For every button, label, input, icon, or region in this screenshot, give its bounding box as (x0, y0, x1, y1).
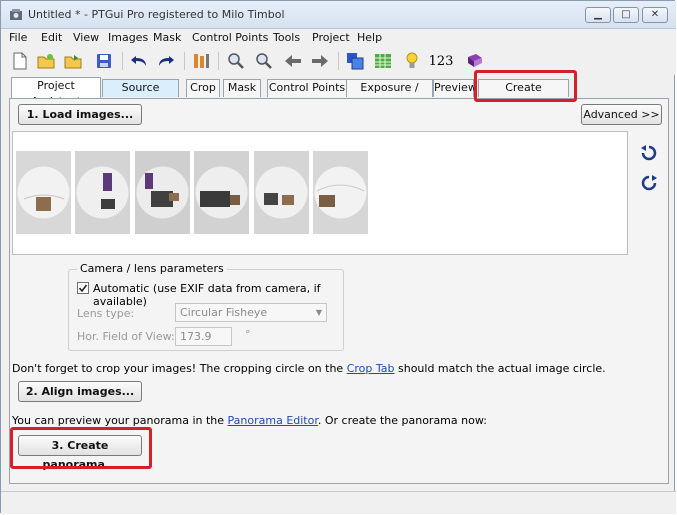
tab-exposure-hdr[interactable]: Exposure / HDR (346, 79, 433, 110)
menu-help[interactable]: Help (357, 31, 382, 44)
minimize-button[interactable]: ▁ (585, 7, 611, 23)
image-thumbnail[interactable] (194, 151, 249, 234)
title-bar: Untitled * - PTGui Pro registered to Mil… (1, 1, 676, 29)
rotate-right-icon[interactable] (640, 174, 658, 192)
image-thumbnail[interactable] (16, 151, 71, 234)
image-thumbnail[interactable] (313, 151, 368, 234)
undo-icon[interactable] (130, 52, 148, 70)
lens-type-label: Lens type: (77, 307, 135, 320)
image-thumbnail[interactable] (75, 151, 130, 234)
tab-project-assistant[interactable]: Project Assistant (11, 77, 101, 108)
align-images-button[interactable]: 2. Align images... (18, 381, 142, 402)
menu-bar: File Edit View Images Mask Control Point… (1, 29, 676, 47)
lightbulb-icon[interactable] (403, 52, 421, 70)
tab-create-panorama[interactable]: Create Panorama (478, 79, 569, 110)
menu-project[interactable]: Project (312, 31, 350, 44)
maximize-icon: □ (621, 9, 631, 20)
table-grid-icon[interactable] (374, 52, 392, 70)
tab-control-points[interactable]: Control Points (267, 79, 347, 97)
preview-note: You can preview your panorama in the Pan… (12, 414, 487, 427)
app-window: Untitled * - PTGui Pro registered to Mil… (0, 0, 676, 514)
batch-book-icon[interactable] (466, 52, 484, 70)
menu-file[interactable]: File (9, 31, 27, 44)
tab-source-images[interactable]: Source Images (102, 79, 179, 110)
create-panorama-button[interactable]: 3. Create panorama... (18, 435, 142, 471)
automatic-exif-checkbox[interactable] (77, 282, 89, 294)
align-tool-icon[interactable] (192, 52, 210, 70)
close-icon: ✕ (650, 9, 660, 20)
menu-edit[interactable]: Edit (41, 31, 62, 44)
menu-mask[interactable]: Mask (153, 31, 181, 44)
load-images-button[interactable]: 1. Load images... (18, 104, 142, 125)
back-arrow-icon[interactable] (284, 52, 302, 70)
hfov-unit: ° (245, 328, 251, 341)
toolbar: 123 (1, 47, 676, 75)
menu-images[interactable]: Images (108, 31, 148, 44)
tab-strip: Project Assistant Source Images Crop Mas… (9, 77, 669, 110)
forward-arrow-icon[interactable] (311, 52, 329, 70)
open-recent-icon[interactable] (64, 52, 82, 70)
close-button[interactable]: ✕ (642, 7, 668, 23)
maximize-button[interactable]: □ (613, 7, 639, 23)
status-bar (1, 491, 676, 514)
menu-control-points[interactable]: Control Points (192, 31, 268, 44)
tab-mask[interactable]: Mask (223, 79, 261, 97)
zoom-out-icon[interactable] (255, 52, 273, 70)
numbers-icon[interactable]: 123 (429, 52, 454, 70)
project-assistant-panel: 1. Load images... Advanced >> Camera / l… (9, 98, 669, 484)
image-thumbnail[interactable] (135, 151, 190, 234)
chevron-down-icon: ▼ (315, 308, 322, 317)
crop-note: Don't forget to crop your images! The cr… (12, 362, 606, 375)
menu-tools[interactable]: Tools (273, 31, 300, 44)
image-thumbnail[interactable] (254, 151, 309, 234)
save-icon[interactable] (95, 52, 113, 70)
menu-view[interactable]: View (73, 31, 99, 44)
new-file-icon[interactable] (11, 52, 29, 70)
panorama-editor-icon[interactable] (346, 52, 364, 70)
rotate-left-icon[interactable] (640, 144, 658, 162)
hfov-label: Hor. Field of View: (77, 330, 175, 343)
lens-type-select[interactable]: Circular Fisheye ▼ (175, 303, 327, 322)
open-folder-icon[interactable] (37, 52, 55, 70)
crop-tab-link[interactable]: Crop Tab (347, 362, 395, 375)
panorama-editor-link[interactable]: Panorama Editor (228, 414, 318, 427)
advanced-button[interactable]: Advanced >> (581, 104, 662, 125)
camera-group-title: Camera / lens parameters (77, 262, 227, 275)
zoom-in-icon[interactable] (227, 52, 245, 70)
minimize-icon: ▁ (594, 9, 602, 20)
tab-preview[interactable]: Preview (433, 79, 477, 97)
window-title: Untitled * - PTGui Pro registered to Mil… (28, 8, 285, 21)
image-thumbnails-area (12, 131, 628, 255)
lens-type-value: Circular Fisheye (180, 306, 268, 319)
redo-icon[interactable] (157, 52, 175, 70)
tab-crop[interactable]: Crop (186, 79, 220, 97)
camera-lens-group: Camera / lens parameters Automatic (use … (68, 262, 344, 351)
hfov-input[interactable]: 173.9 (175, 327, 232, 346)
ptgui-app-icon (9, 8, 23, 22)
